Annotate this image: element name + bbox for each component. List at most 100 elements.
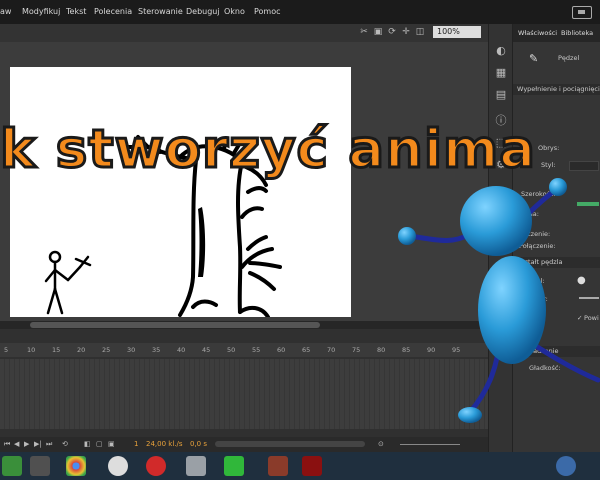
ruler-tick: 80 bbox=[377, 346, 386, 354]
menu-item-commands[interactable]: Polecenia bbox=[94, 0, 132, 24]
scrollbar-thumb[interactable] bbox=[30, 322, 320, 328]
ruler-tick: 40 bbox=[177, 346, 186, 354]
current-frame: 1 bbox=[134, 440, 139, 448]
motion-presets-icon[interactable]: ◎ bbox=[494, 184, 508, 198]
ruler-tick: 95 bbox=[452, 346, 461, 354]
swatches-panel-icon[interactable]: ▦ bbox=[494, 66, 508, 80]
ruler-tick: 90 bbox=[427, 346, 436, 354]
chrome-icon[interactable] bbox=[66, 456, 86, 476]
go-first-frame-icon[interactable]: ⏮ bbox=[4, 440, 10, 449]
ruler-tick: 55 bbox=[252, 346, 261, 354]
timeline-ruler: 5 10 15 20 25 30 35 40 45 50 55 60 65 70… bbox=[0, 343, 488, 357]
stage-horizontal-scrollbar[interactable] bbox=[0, 321, 480, 329]
stick-figure-drawing bbox=[44, 250, 92, 315]
clip-icon[interactable]: ◫ bbox=[415, 27, 425, 37]
step-forward-icon[interactable]: ▶| bbox=[34, 440, 42, 448]
ruler-tick: 85 bbox=[402, 346, 411, 354]
timeline-panel: 5 10 15 20 25 30 35 40 45 50 55 60 65 70… bbox=[0, 329, 488, 452]
menu-item-debug[interactable]: Debuguj bbox=[186, 0, 220, 24]
play-icon[interactable]: ▶ bbox=[24, 440, 29, 448]
ruler-tick: 65 bbox=[302, 346, 311, 354]
tree-drawing bbox=[44, 135, 282, 319]
ruler-tick: 25 bbox=[102, 346, 111, 354]
properties-tabs: Właściwości Biblioteka bbox=[513, 24, 600, 42]
timeline-frames[interactable] bbox=[0, 359, 488, 429]
onion-skin-icon[interactable]: ◧ bbox=[84, 440, 91, 448]
transform-panel-icon[interactable]: ⬚ bbox=[494, 136, 508, 150]
ruler-tick: 5 bbox=[4, 346, 9, 354]
size-slider[interactable] bbox=[579, 297, 599, 299]
menu-item-window[interactable]: Okno bbox=[224, 0, 245, 24]
tab-properties[interactable]: Właściwości bbox=[518, 24, 557, 42]
menu-item-text[interactable]: Tekst bbox=[66, 0, 86, 24]
frame-rate: 24,00 kl./s bbox=[146, 440, 183, 448]
width-slider[interactable] bbox=[577, 202, 599, 206]
pressure-label: Powi bbox=[584, 314, 599, 322]
color-panel-icon[interactable]: ◐ bbox=[494, 44, 508, 58]
workspace-switcher-icon[interactable] bbox=[572, 6, 592, 19]
align-panel-icon[interactable]: ▤ bbox=[494, 88, 508, 102]
ruler-tick: 15 bbox=[52, 346, 61, 354]
size-label: miar: bbox=[531, 295, 548, 303]
flash-icon-alt[interactable] bbox=[268, 456, 288, 476]
menu-item-draw[interactable]: aw bbox=[0, 0, 11, 24]
trunk-shadow bbox=[198, 207, 206, 277]
components-panel-icon[interactable]: ⚙ bbox=[494, 158, 508, 172]
ruler-tick: 20 bbox=[77, 346, 86, 354]
timeline-scrollbar[interactable] bbox=[215, 441, 365, 447]
edit-scene-icon[interactable]: ✂ bbox=[359, 27, 369, 37]
windows-taskbar bbox=[0, 452, 600, 480]
ruler-tick: 30 bbox=[127, 346, 136, 354]
edit-multiple-icon[interactable]: ▣ bbox=[108, 440, 115, 448]
tool-name: Pędzel bbox=[558, 54, 580, 62]
ruler-tick: 10 bbox=[27, 346, 36, 354]
info-panel-icon[interactable]: ⓘ bbox=[494, 114, 508, 128]
flash-icon[interactable] bbox=[302, 456, 322, 476]
go-last-frame-icon[interactable]: ⏭ bbox=[46, 440, 52, 449]
loop-icon[interactable]: ⟲ bbox=[62, 440, 68, 448]
stage-canvas[interactable] bbox=[10, 67, 351, 319]
properties-panel: Właściwości Biblioteka ✎ Pędzel Wypełnie… bbox=[512, 24, 600, 452]
app-k-icon[interactable] bbox=[186, 456, 206, 476]
help-icon[interactable] bbox=[556, 456, 576, 476]
windows-icon[interactable] bbox=[2, 456, 22, 476]
join-label: Połączenie: bbox=[519, 242, 556, 250]
panel-icon-strip: ◐ ▦ ▤ ⓘ ⬚ ⚙ ◎ bbox=[488, 24, 513, 452]
stage-toolbar: ✂ ▣ ⟳ ✛ ◫ 100% bbox=[0, 24, 488, 42]
brush-label: ędzel: bbox=[525, 277, 545, 285]
brush-tool-icon: ✎ bbox=[529, 52, 539, 65]
section-fill-stroke[interactable]: Wypełnienie i pociągnięcie bbox=[513, 84, 600, 95]
menu-item-control[interactable]: Sterowanie bbox=[138, 0, 183, 24]
ruler-tick: 60 bbox=[277, 346, 286, 354]
edit-symbols-icon[interactable]: ▣ bbox=[373, 27, 383, 37]
center-stage-icon[interactable]: ✛ bbox=[401, 27, 411, 37]
brush-dot-icon[interactable]: ● bbox=[577, 275, 586, 286]
camtasia-icon[interactable] bbox=[224, 456, 244, 476]
width-label: Szerokość: bbox=[521, 190, 556, 198]
ruler-tick: 35 bbox=[152, 346, 161, 354]
cap-label: ończenie: bbox=[519, 230, 551, 238]
pressure-checkbox[interactable]: ✓ bbox=[577, 314, 582, 322]
timeline-controls: ⏮ ◀ ▶ ▶| ⏭ ⟲ ◧ ▢ ▣ 1 24,00 kl./s 0,0 s ⊙ bbox=[0, 437, 488, 452]
zoom-select[interactable]: 100% bbox=[433, 26, 481, 38]
ruler-tick: 50 bbox=[227, 346, 236, 354]
menu-bar: aw Modyfikuj Tekst Polecenia Sterowanie … bbox=[0, 0, 600, 24]
rotate-icon[interactable]: ⟳ bbox=[387, 27, 397, 37]
section-brush-shape[interactable]: Kształt pędzla bbox=[513, 257, 600, 268]
timeline-zoom-slider[interactable] bbox=[400, 444, 460, 445]
ruler-tick: 75 bbox=[352, 346, 361, 354]
center-frame-icon[interactable]: ⊙ bbox=[378, 440, 384, 448]
step-back-icon[interactable]: ◀ bbox=[14, 440, 19, 448]
hp-icon[interactable] bbox=[108, 456, 128, 476]
gimp-icon[interactable] bbox=[30, 456, 50, 476]
menu-item-modify[interactable]: Modyfikuj bbox=[22, 0, 60, 24]
menu-item-help[interactable]: Pomoc bbox=[254, 0, 281, 24]
style-select[interactable] bbox=[569, 161, 599, 171]
section-smoothing[interactable]: Wygładzanie bbox=[513, 346, 600, 357]
stroke-label: Obrys: bbox=[538, 144, 560, 152]
style-label: Styl: bbox=[541, 161, 556, 169]
onion-outline-icon[interactable]: ▢ bbox=[96, 440, 103, 448]
opera-icon[interactable] bbox=[146, 456, 166, 476]
tab-library[interactable]: Biblioteka bbox=[561, 24, 593, 42]
ruler-tick: 70 bbox=[327, 346, 336, 354]
